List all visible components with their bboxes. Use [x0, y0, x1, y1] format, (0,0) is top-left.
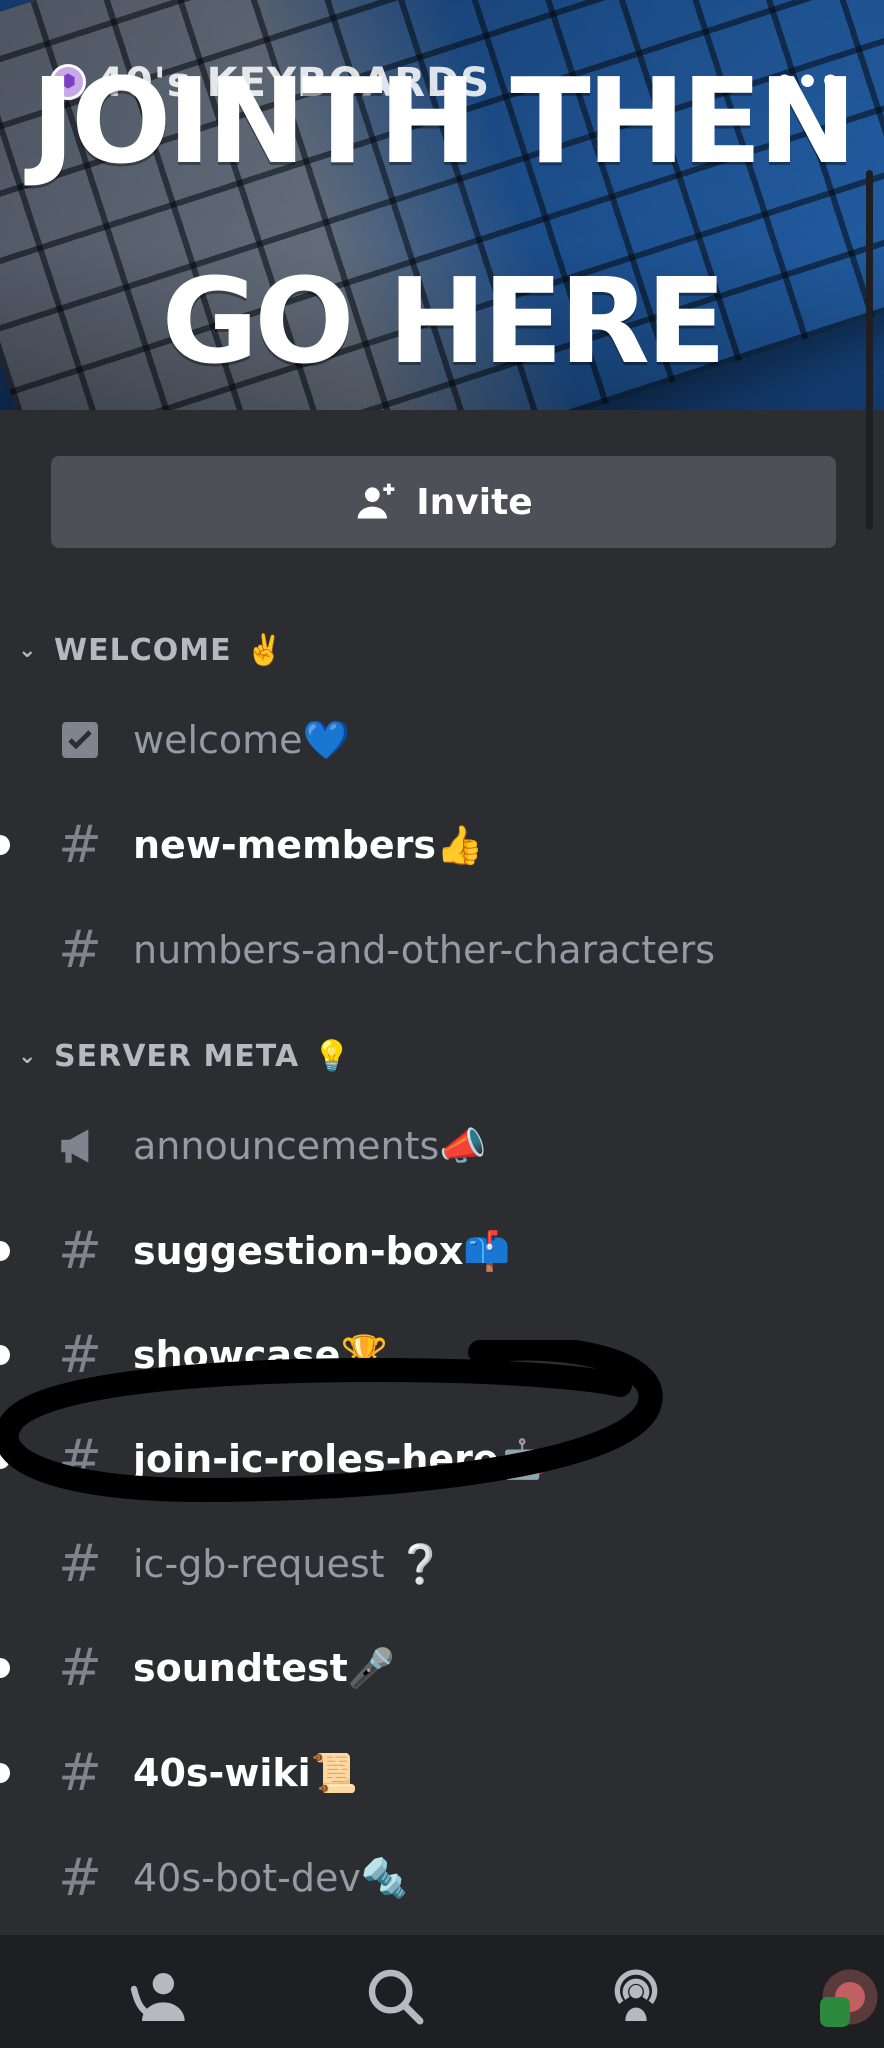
channel-new-members[interactable]: # new-members👍: [0, 805, 860, 885]
category-server-meta[interactable]: ⌄ SERVER META 💡: [18, 1036, 352, 1076]
channel-label: welcome: [133, 717, 303, 762]
nav-search[interactable]: [356, 1957, 436, 2037]
channel-label: new-members: [133, 822, 436, 867]
channel-numbers-and-other-characters[interactable]: # numbers-and-other-characters: [0, 910, 860, 990]
overlay-text-line2: GO HERE: [161, 252, 726, 390]
unread-indicator: [0, 1241, 10, 1261]
channel-emoji: 🎤: [347, 1645, 396, 1690]
channel-label: soundtest: [133, 1645, 348, 1690]
channel-emoji: 🏆: [340, 1332, 388, 1377]
channel-label: suggestion-box: [133, 1228, 464, 1273]
unread-indicator: [0, 1763, 10, 1783]
channel-label: 40s-bot-dev: [133, 1855, 361, 1900]
channel-emoji: 📫: [463, 1228, 511, 1273]
unread-indicator: [0, 835, 10, 855]
category-welcome[interactable]: ⌄ WELCOME ✌️: [18, 630, 284, 670]
bottom-nav: [0, 1935, 884, 2048]
channel-announcements[interactable]: announcements📣: [0, 1106, 860, 1186]
profile-avatar-icon: [820, 1969, 878, 2027]
search-icon: [368, 1969, 424, 2025]
add-user-icon: [357, 483, 395, 519]
channel-40s-bot-dev[interactable]: # 40s-bot-dev🔩: [0, 1838, 860, 1918]
channel-emoji: 👍: [436, 822, 484, 867]
channel-label: join-ic-roles-here: [133, 1436, 499, 1481]
nav-profile[interactable]: [820, 1957, 880, 2037]
channel-label: numbers-and-other-characters: [133, 928, 716, 972]
channel-join-ic-roles-here[interactable]: # join-ic-roles-here🤖: [0, 1419, 860, 1499]
overlay-text-line1: JOINTH THEN: [31, 52, 857, 190]
hash-icon: #: [58, 1743, 102, 1803]
scrollbar[interactable]: [866, 170, 873, 530]
channel-emoji: 📜: [310, 1750, 359, 1795]
channel-40s-wiki[interactable]: # 40s-wiki📜: [0, 1733, 860, 1813]
hash-icon: #: [58, 1429, 102, 1489]
channel-label: 40s-wiki: [133, 1750, 311, 1795]
invite-label: Invite: [416, 481, 533, 523]
invite-button[interactable]: Invite: [51, 456, 836, 548]
hash-icon: #: [58, 1325, 102, 1385]
hash-icon: #: [58, 815, 102, 875]
channel-emoji: 🤖: [498, 1436, 547, 1481]
chevron-down-icon: ⌄: [18, 637, 38, 663]
channel-label: announcements: [133, 1123, 440, 1168]
nav-stage[interactable]: [596, 1957, 676, 2037]
megaphone-icon: [52, 1118, 108, 1174]
channel-ic-gb-request[interactable]: # ic-gb-request ❔: [0, 1524, 860, 1604]
category-emoji: 💡: [313, 1038, 352, 1074]
friends-icon: [130, 1973, 185, 2021]
hash-icon: #: [58, 1848, 102, 1908]
channel-soundtest[interactable]: # soundtest🎤: [0, 1628, 860, 1708]
category-label: SERVER META: [54, 1038, 300, 1074]
category-label: WELCOME: [54, 632, 232, 668]
channel-showcase[interactable]: # showcase🏆: [0, 1315, 860, 1395]
unread-indicator: [0, 1658, 10, 1678]
hash-icon: #: [58, 1638, 102, 1698]
channel-emoji: 🔩: [360, 1855, 409, 1900]
channel-label: ic-gb-request: [133, 1541, 385, 1586]
chevron-down-icon: ⌄: [18, 1043, 38, 1069]
category-emoji: ✌️: [245, 632, 284, 668]
unread-indicator: [0, 1449, 10, 1469]
hash-icon: #: [58, 1534, 102, 1594]
nav-friends[interactable]: [118, 1957, 198, 2037]
channel-emoji: ❔: [396, 1541, 444, 1586]
rules-icon: [52, 712, 108, 768]
server-banner: ⬢ 40's KEYBOARDS ••• JOINTH THEN GO HERE: [0, 0, 884, 410]
channel-welcome[interactable]: welcome💙: [0, 700, 860, 780]
unread-indicator: [0, 1345, 10, 1365]
channel-emoji: 💙: [302, 717, 350, 762]
channel-suggestion-box[interactable]: # suggestion-box📫: [0, 1211, 860, 1291]
hash-icon: #: [58, 1221, 102, 1281]
channel-emoji: 📣: [439, 1123, 487, 1168]
channel-label: showcase: [133, 1332, 341, 1377]
hash-icon: #: [58, 920, 102, 980]
stage-icon: [614, 1969, 658, 2021]
